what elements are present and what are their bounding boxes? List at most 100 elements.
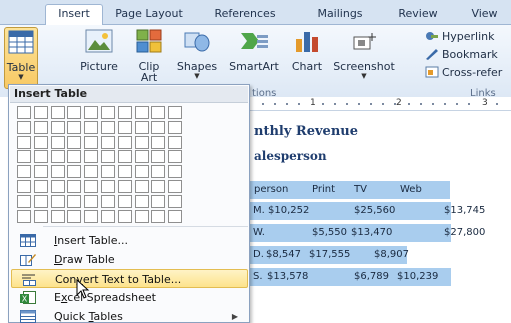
grid-cell[interactable] — [17, 106, 31, 119]
grid-cell[interactable] — [117, 150, 132, 164]
grid-cell[interactable] — [17, 180, 31, 193]
grid-cell[interactable] — [33, 106, 48, 119]
grid-cell[interactable] — [134, 106, 149, 119]
grid-cell[interactable] — [84, 194, 99, 208]
cross-reference-button[interactable]: Cross-refer — [425, 65, 502, 81]
grid-cell[interactable] — [134, 194, 149, 208]
tab-mailings[interactable]: Mailings — [305, 5, 375, 25]
grid-cell[interactable] — [117, 120, 132, 134]
tab-references[interactable]: References — [205, 5, 285, 25]
grid-cell[interactable] — [84, 150, 99, 164]
grid-cell[interactable] — [67, 180, 82, 193]
grid-cell[interactable] — [101, 180, 115, 193]
grid-cell[interactable] — [151, 165, 166, 179]
grid-cell[interactable] — [84, 106, 99, 119]
grid-cell[interactable] — [101, 106, 115, 119]
grid-cell[interactable] — [84, 120, 99, 134]
grid-cell[interactable] — [134, 180, 149, 193]
grid-cell[interactable] — [168, 180, 183, 193]
grid-cell[interactable] — [101, 120, 115, 134]
chart-button[interactable]: Chart — [289, 27, 325, 89]
grid-cell[interactable] — [101, 194, 115, 208]
grid-cell[interactable] — [168, 120, 183, 134]
grid-cell[interactable] — [151, 106, 166, 119]
grid-cell[interactable] — [117, 180, 132, 193]
document-page[interactable]: nthly Revenue alesperson person Print TV… — [250, 111, 511, 323]
grid-cell[interactable] — [151, 180, 166, 193]
tab-view[interactable]: View — [462, 5, 507, 25]
grid-cell[interactable] — [117, 106, 132, 119]
grid-cell[interactable] — [50, 135, 65, 149]
grid-cell[interactable] — [168, 209, 183, 223]
picture-button[interactable]: Picture — [76, 27, 122, 89]
grid-cell[interactable] — [67, 106, 82, 119]
grid-cell[interactable] — [50, 194, 65, 208]
grid-cell[interactable] — [84, 165, 99, 179]
grid-cell[interactable] — [168, 106, 183, 119]
grid-cell[interactable] — [84, 135, 99, 149]
grid-cell[interactable] — [17, 120, 31, 134]
grid-cell[interactable] — [117, 209, 132, 223]
grid-cell[interactable] — [50, 106, 65, 119]
grid-cell[interactable] — [134, 165, 149, 179]
grid-cell[interactable] — [134, 209, 149, 223]
grid-cell[interactable] — [117, 135, 132, 149]
smartart-button[interactable]: SmartArt — [226, 27, 282, 89]
grid-cell[interactable] — [67, 150, 82, 164]
grid-cell[interactable] — [50, 209, 65, 223]
grid-cell[interactable] — [33, 209, 48, 223]
grid-cell[interactable] — [67, 120, 82, 134]
tab-page-layout[interactable]: Page Layout — [105, 5, 193, 25]
bookmark-button[interactable]: Bookmark — [425, 47, 498, 63]
grid-cell[interactable] — [117, 194, 132, 208]
grid-cell[interactable] — [67, 194, 82, 208]
shapes-button[interactable]: Shapes ▼ — [175, 27, 219, 89]
grid-cell[interactable] — [17, 209, 31, 223]
grid-cell[interactable] — [168, 135, 183, 149]
screenshot-button[interactable]: Screenshot ▼ — [331, 27, 397, 89]
grid-cell[interactable] — [84, 180, 99, 193]
grid-cell[interactable] — [101, 135, 115, 149]
menu-item-quick-tables[interactable]: Quick Tables ▶ — [11, 307, 248, 323]
grid-cell[interactable] — [151, 120, 166, 134]
grid-cell[interactable] — [50, 120, 65, 134]
horizontal-ruler[interactable]: 1 2 3 — [250, 97, 511, 111]
grid-cell[interactable] — [67, 135, 82, 149]
grid-cell[interactable] — [50, 165, 65, 179]
grid-cell[interactable] — [17, 135, 31, 149]
menu-item-convert-text-to-table[interactable]: Convert Text to Table... — [11, 269, 248, 288]
menu-item-draw-table[interactable]: Draw Table — [11, 250, 248, 269]
grid-cell[interactable] — [151, 135, 166, 149]
grid-cell[interactable] — [84, 209, 99, 223]
grid-cell[interactable] — [33, 180, 48, 193]
grid-cell[interactable] — [101, 165, 115, 179]
grid-cell[interactable] — [151, 150, 166, 164]
hyperlink-button[interactable]: Hyperlink — [425, 29, 495, 45]
clip-art-button[interactable]: Clip Art — [129, 27, 169, 89]
table-button[interactable]: Table ▼ — [4, 27, 38, 89]
grid-cell[interactable] — [101, 209, 115, 223]
grid-cell[interactable] — [33, 120, 48, 134]
grid-cell[interactable] — [134, 135, 149, 149]
grid-cell[interactable] — [17, 194, 31, 208]
grid-cell[interactable] — [168, 165, 183, 179]
grid-cell[interactable] — [67, 165, 82, 179]
tab-review[interactable]: Review — [388, 5, 448, 25]
grid-cell[interactable] — [168, 194, 183, 208]
menu-item-insert-table[interactable]: Insert Table... — [11, 231, 248, 250]
grid-cell[interactable] — [117, 165, 132, 179]
grid-cell[interactable] — [67, 209, 82, 223]
grid-cell[interactable] — [33, 194, 48, 208]
grid-cell[interactable] — [134, 150, 149, 164]
grid-cell[interactable] — [33, 165, 48, 179]
grid-cell[interactable] — [101, 150, 115, 164]
grid-cell[interactable] — [151, 209, 166, 223]
grid-cell[interactable] — [134, 120, 149, 134]
grid-cell[interactable] — [33, 150, 48, 164]
tab-insert[interactable]: Insert — [45, 4, 103, 26]
grid-cell[interactable] — [17, 150, 31, 164]
grid-cell[interactable] — [33, 135, 48, 149]
grid-cell[interactable] — [17, 165, 31, 179]
grid-cell[interactable] — [50, 180, 65, 193]
grid-cell[interactable] — [151, 194, 166, 208]
